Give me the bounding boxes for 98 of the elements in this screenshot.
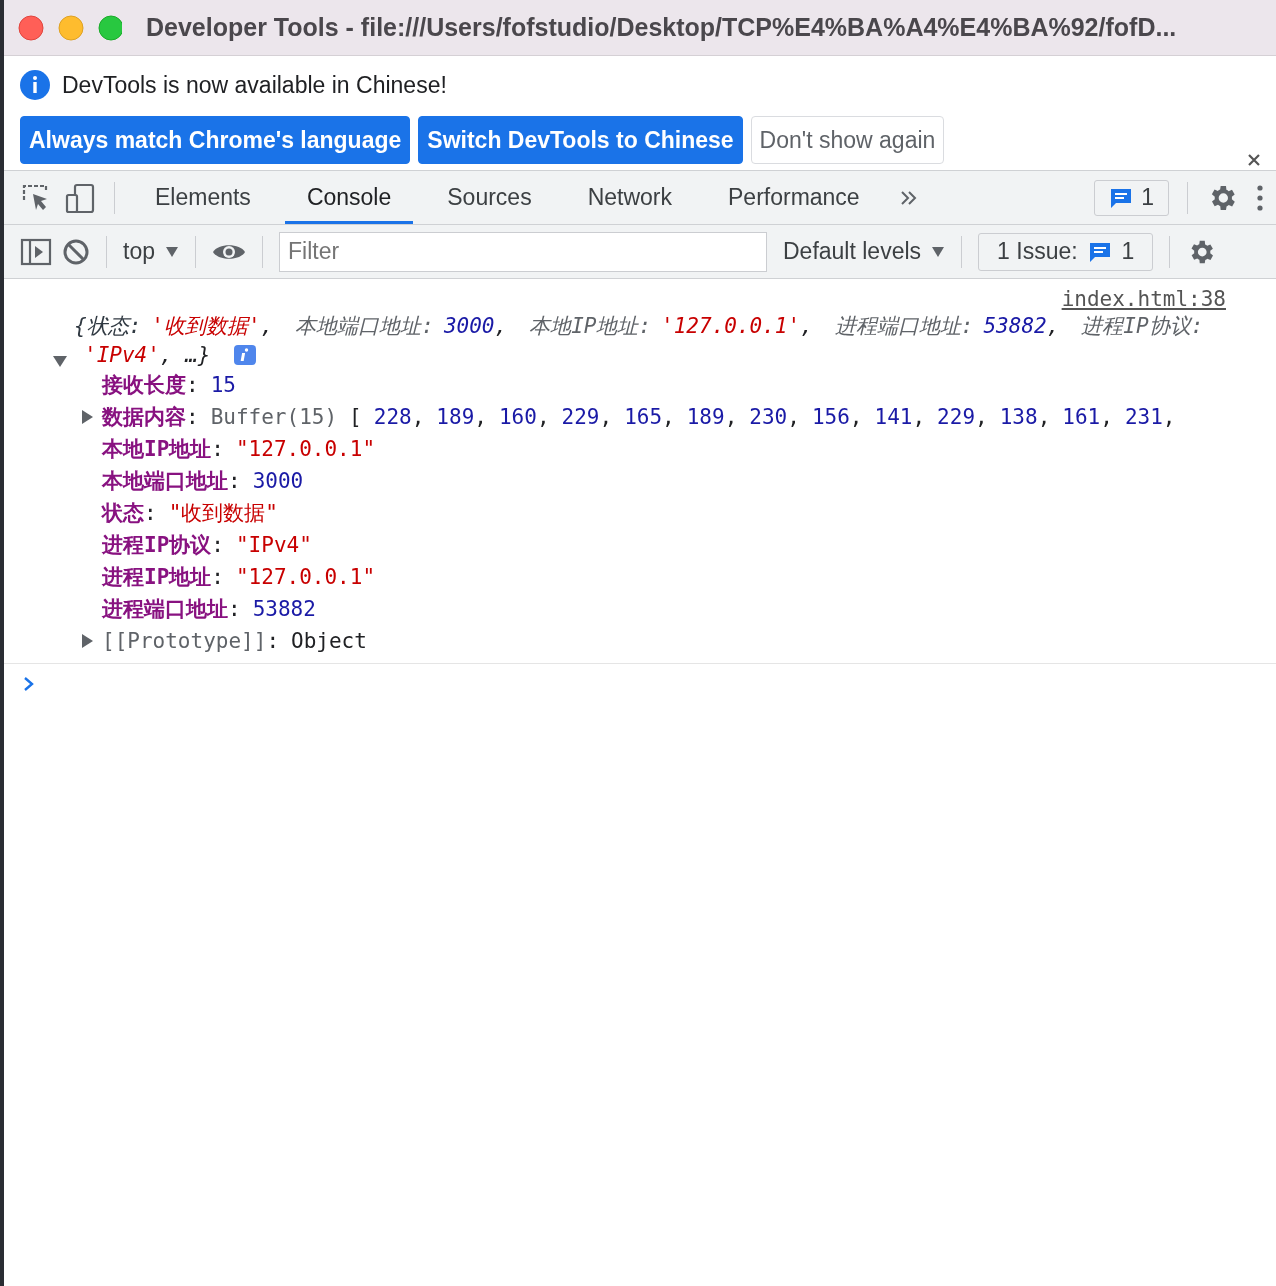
panel-tab[interactable]: Performance	[706, 171, 882, 224]
property-value: "IPv4"	[235, 532, 312, 559]
close-icon[interactable]	[1246, 152, 1262, 168]
buffer-token: 156	[811, 404, 850, 431]
key-separator: :	[211, 564, 224, 591]
property-value: 15	[210, 372, 236, 399]
property-key: 本地IP地址	[102, 433, 212, 465]
property-value: "127.0.0.1"	[235, 564, 376, 591]
buffer-token: ,	[1037, 404, 1051, 431]
property-key: 接收长度	[102, 369, 186, 401]
buffer-token: 189	[686, 404, 725, 431]
buffer-token: ,	[662, 404, 675, 431]
buffer-token: [	[349, 404, 362, 431]
sidebar-toggle-icon[interactable]	[20, 237, 52, 266]
summary-token: 3000	[443, 312, 495, 340]
key-separator: :	[186, 404, 199, 431]
property-value: Object	[291, 628, 367, 655]
buffer-token: ,	[724, 404, 738, 431]
buffer-token: 141	[874, 404, 913, 431]
property-key: [[Prototype]]	[102, 625, 267, 657]
summary-token: '收到数据'	[151, 312, 261, 340]
device-icon[interactable]	[64, 181, 96, 214]
key-separator: :	[228, 596, 241, 623]
buffer-token: ,	[536, 404, 550, 431]
source-link[interactable]: index.html:38	[1061, 287, 1226, 311]
buffer-token: ,	[912, 404, 926, 431]
panel-tab[interactable]: Network	[565, 171, 694, 224]
buffer-token: 231	[1124, 404, 1163, 431]
key-separator: :	[228, 468, 241, 495]
property-value: Buffer(15)	[210, 404, 338, 431]
infobar-button[interactable]: Don't show again	[750, 116, 945, 164]
property-key: 进程IP协议	[102, 529, 212, 561]
buffer-token: ,	[849, 404, 863, 431]
key-separator: :	[211, 436, 224, 463]
issues-button[interactable]: 1 Issue: 1	[978, 232, 1154, 271]
buffer-token: 228	[373, 404, 412, 431]
panel-tab[interactable]: Elements	[133, 171, 273, 224]
buffer-token: ,	[599, 404, 613, 431]
key-separator: :	[144, 500, 157, 527]
buffer-token: 161	[1062, 404, 1101, 431]
summary-token: '127.0.0.1'	[661, 312, 801, 340]
log-levels-dropdown[interactable]: Default levels	[783, 238, 946, 265]
panel-tab[interactable]: Sources	[425, 171, 554, 224]
property-value: 3000	[252, 468, 304, 495]
property-key: 数据内容	[102, 401, 186, 433]
expand-triangle-icon[interactable]	[80, 633, 94, 649]
summary-token: ,	[260, 312, 274, 340]
clear-console-icon[interactable]	[62, 237, 90, 266]
summary-token: 本地IP地址:	[529, 312, 652, 340]
infobar-button[interactable]: Switch DevTools to Chinese	[418, 116, 743, 164]
buffer-token: ,	[1100, 404, 1113, 431]
key-separator: :	[211, 532, 224, 559]
window-title: Developer Tools - file:///Users/fofstudio/Desktop/TCP%E4%BA%A4%E4%BA%92/fofD...	[146, 13, 1177, 42]
summary-token: ,	[1046, 312, 1060, 340]
buffer-token: 230	[749, 404, 788, 431]
info-message: DevTools is now available in Chinese!	[62, 71, 447, 99]
prompt-chevron-icon[interactable]	[22, 675, 36, 693]
expand-triangle-icon[interactable]	[80, 409, 94, 425]
property-value: "127.0.0.1"	[235, 436, 376, 463]
key-separator: :	[186, 372, 199, 399]
dropdown-caret-icon	[931, 245, 946, 258]
property-key: 进程端口地址	[102, 593, 228, 625]
buffer-token: 229	[561, 404, 600, 431]
messages-badge[interactable]: 1	[1094, 179, 1169, 216]
window-controls-icon[interactable]	[18, 14, 122, 41]
infobar-button[interactable]: Always match Chrome's language	[20, 116, 411, 164]
summary-token: 本地端口地址:	[295, 312, 434, 340]
buffer-token: ,	[787, 404, 800, 431]
property-key: 状态	[102, 497, 144, 529]
buffer-token: ,	[474, 404, 487, 431]
buffer-token: 189	[436, 404, 475, 431]
property-key: 本地端口地址	[102, 465, 228, 497]
buffer-token: ,	[1162, 404, 1176, 431]
summary-token: 53882	[983, 312, 1047, 340]
property-value: 53882	[252, 596, 316, 623]
dropdown-caret-icon	[165, 245, 179, 258]
context-dropdown[interactable]: top	[123, 238, 179, 265]
summary-token: 'IPv4'	[84, 341, 160, 369]
buffer-token: 229	[937, 404, 976, 431]
property-key: 进程IP地址	[102, 561, 212, 593]
filter-field[interactable]: Filter	[279, 231, 767, 272]
buffer-token: ,	[975, 404, 988, 431]
info-icon[interactable]	[234, 344, 257, 365]
key-separator: :	[266, 628, 280, 655]
buffer-token: ,	[411, 404, 425, 431]
buffer-token: 165	[624, 404, 663, 431]
info-icon	[20, 70, 50, 100]
buffer-token: 160	[498, 404, 537, 431]
summary-token: ,	[494, 312, 508, 340]
summary-token: 进程端口地址:	[834, 312, 974, 340]
summary-token: ,	[800, 312, 813, 340]
summary-token: , …}	[159, 341, 211, 369]
expand-triangle-icon[interactable]	[52, 353, 68, 369]
summary-token: {状态:	[74, 312, 142, 340]
buffer-token: 138	[999, 404, 1038, 431]
messages-count: 1	[1141, 184, 1154, 211]
property-value: "收到数据"	[168, 500, 278, 527]
summary-token: 进程IP协议:	[1081, 312, 1204, 340]
